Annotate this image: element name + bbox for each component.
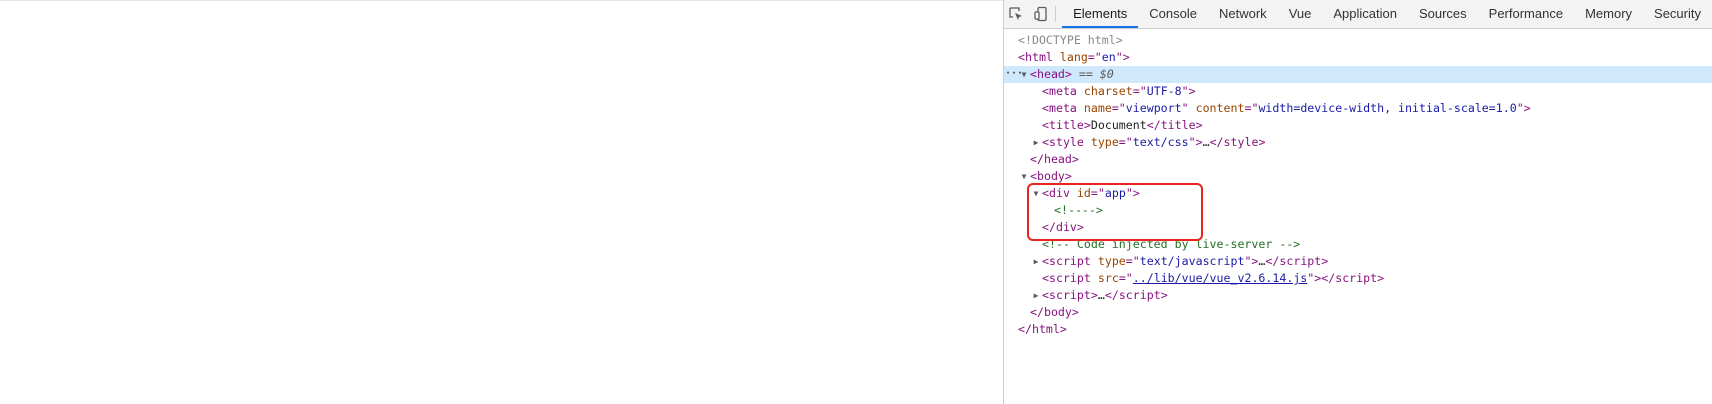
dom-node-script-inline[interactable]: ▶ <script type="text/javascript">…</scri… — [1004, 253, 1712, 270]
devtools-toolbar: Elements Console Network Vue Application… — [1004, 0, 1712, 29]
dom-node-html[interactable]: <html lang="en"> — [1004, 49, 1712, 66]
attr-value: text/javascript — [1139, 254, 1245, 268]
attr-name: content — [1195, 101, 1245, 115]
tag-name: title — [1160, 118, 1196, 132]
dom-node-body[interactable]: ▼ <body> — [1004, 168, 1712, 185]
tag-name: div — [1048, 186, 1070, 200]
meta-charset-tag: <meta charset="UTF-8"> — [1042, 84, 1196, 98]
dom-tree: <!DOCTYPE html> <html lang="en"> ··· ▼ <… — [1004, 32, 1712, 338]
tab-console[interactable]: Console — [1138, 0, 1208, 28]
attr-value: text/css — [1132, 135, 1189, 149]
devtools-panel: Elements Console Network Vue Application… — [1003, 0, 1712, 404]
attr-name: type — [1097, 254, 1126, 268]
caret-right-icon[interactable]: ▶ — [1031, 287, 1041, 304]
tag-name: meta — [1048, 101, 1077, 115]
tag-name: script — [1048, 288, 1091, 302]
tag-name: script — [1279, 254, 1322, 268]
attr-name: charset — [1083, 84, 1133, 98]
html-open-tag: <html lang="en"> — [1018, 50, 1130, 64]
tag-name: style — [1223, 135, 1259, 149]
dom-node-div-app[interactable]: ▼ <div id="app"> — [1004, 185, 1712, 202]
style-tag: <style type="text/css">…</style> — [1042, 135, 1266, 149]
tag-name: script — [1048, 271, 1091, 285]
tab-security[interactable]: Security — [1643, 0, 1712, 28]
device-toolbar-icon[interactable] — [1029, 0, 1054, 28]
tag-name: html — [1024, 50, 1053, 64]
tab-sources[interactable]: Sources — [1408, 0, 1478, 28]
title-tag: <title>Document</title> — [1042, 118, 1203, 132]
dom-node-live-server-comment[interactable]: <!-- Code injected by live-server --> — [1004, 236, 1712, 253]
caret-right-icon[interactable]: ▶ — [1031, 134, 1041, 151]
tag-name: title — [1048, 118, 1084, 132]
attr-value: viewport — [1125, 101, 1182, 115]
dom-node-style[interactable]: ▶ <style type="text/css">…</style> — [1004, 134, 1712, 151]
tab-memory[interactable]: Memory — [1574, 0, 1643, 28]
script-tag: <script type="text/javascript">…</script… — [1042, 254, 1329, 268]
attr-name: name — [1083, 101, 1112, 115]
comment-text: <!-- Code injected by live-server --> — [1042, 237, 1301, 251]
dom-node-html-close[interactable]: </html> — [1004, 321, 1712, 338]
tab-network[interactable]: Network — [1208, 0, 1278, 28]
meta-viewport-tag: <meta name="viewport" content="width=dev… — [1042, 101, 1531, 115]
tag-name: script — [1048, 254, 1091, 268]
head-open-tag: <head> == $0 — [1030, 67, 1114, 81]
dom-node-script-vue[interactable]: <script src="../lib/vue/vue_v2.6.14.js">… — [1004, 270, 1712, 287]
attr-value: width=device-width, initial-scale=1.0 — [1258, 101, 1517, 115]
tag-name: meta — [1048, 84, 1077, 98]
head-close-tag: </head> — [1030, 152, 1079, 166]
dom-node-meta-charset[interactable]: <meta charset="UTF-8"> — [1004, 83, 1712, 100]
script-tag: <script>…</script> — [1042, 288, 1168, 302]
attr-value: en — [1101, 50, 1116, 64]
title-text: Document — [1090, 118, 1147, 132]
attr-value: UTF-8 — [1146, 84, 1182, 98]
comment-text: <!----> — [1054, 203, 1103, 217]
html-close-tag: </html> — [1018, 322, 1067, 336]
dom-node-head[interactable]: ··· ▼ <head> == $0 — [1004, 66, 1712, 83]
tag-name: script — [1335, 271, 1378, 285]
tab-vue[interactable]: Vue — [1278, 0, 1323, 28]
attr-name: id — [1076, 186, 1091, 200]
dom-node-doctype[interactable]: <!DOCTYPE html> — [1004, 32, 1712, 49]
toolbar-separator — [1055, 6, 1057, 22]
dom-node-script-collapsed[interactable]: ▶ <script>…</script> — [1004, 287, 1712, 304]
body-close-tag: </body> — [1030, 305, 1079, 319]
script-src-link[interactable]: ../lib/vue/vue_v2.6.14.js — [1133, 271, 1308, 285]
tab-application[interactable]: Application — [1322, 0, 1408, 28]
script-tag: <script src="../lib/vue/vue_v2.6.14.js">… — [1042, 271, 1385, 285]
dom-node-body-close[interactable]: </body> — [1004, 304, 1712, 321]
tag-name: style — [1048, 135, 1084, 149]
tag-name: script — [1118, 288, 1161, 302]
inspected-page-viewport — [0, 0, 1003, 404]
doctype-text: <!DOCTYPE html> — [1018, 33, 1123, 47]
dom-node-div-close[interactable]: </div> — [1004, 219, 1712, 236]
tab-elements[interactable]: Elements — [1062, 0, 1139, 28]
caret-down-icon[interactable]: ▼ — [1031, 185, 1041, 202]
attr-name: src — [1097, 271, 1119, 285]
body-open-tag: <body> — [1030, 169, 1072, 183]
tab-performance[interactable]: Performance — [1478, 0, 1574, 28]
caret-down-icon[interactable]: ▼ — [1019, 66, 1029, 83]
dom-node-app-comment[interactable]: <!----> — [1004, 202, 1712, 219]
attr-name: type — [1090, 135, 1119, 149]
tag-name: head — [1036, 67, 1065, 81]
attr-value: app — [1104, 186, 1126, 200]
attr-name: lang — [1059, 50, 1088, 64]
dom-node-meta-viewport[interactable]: <meta name="viewport" content="width=dev… — [1004, 100, 1712, 117]
dom-node-head-close[interactable]: </head> — [1004, 151, 1712, 168]
caret-right-icon[interactable]: ▶ — [1031, 253, 1041, 270]
caret-down-icon[interactable]: ▼ — [1019, 168, 1029, 185]
div-close-tag: </div> — [1042, 220, 1084, 234]
tag-name: body — [1036, 169, 1065, 183]
selected-marker: == $0 — [1071, 67, 1114, 81]
div-open-tag: <div id="app"> — [1042, 186, 1140, 200]
dom-node-title[interactable]: <title>Document</title> — [1004, 117, 1712, 134]
inspect-element-icon[interactable] — [1004, 0, 1029, 28]
